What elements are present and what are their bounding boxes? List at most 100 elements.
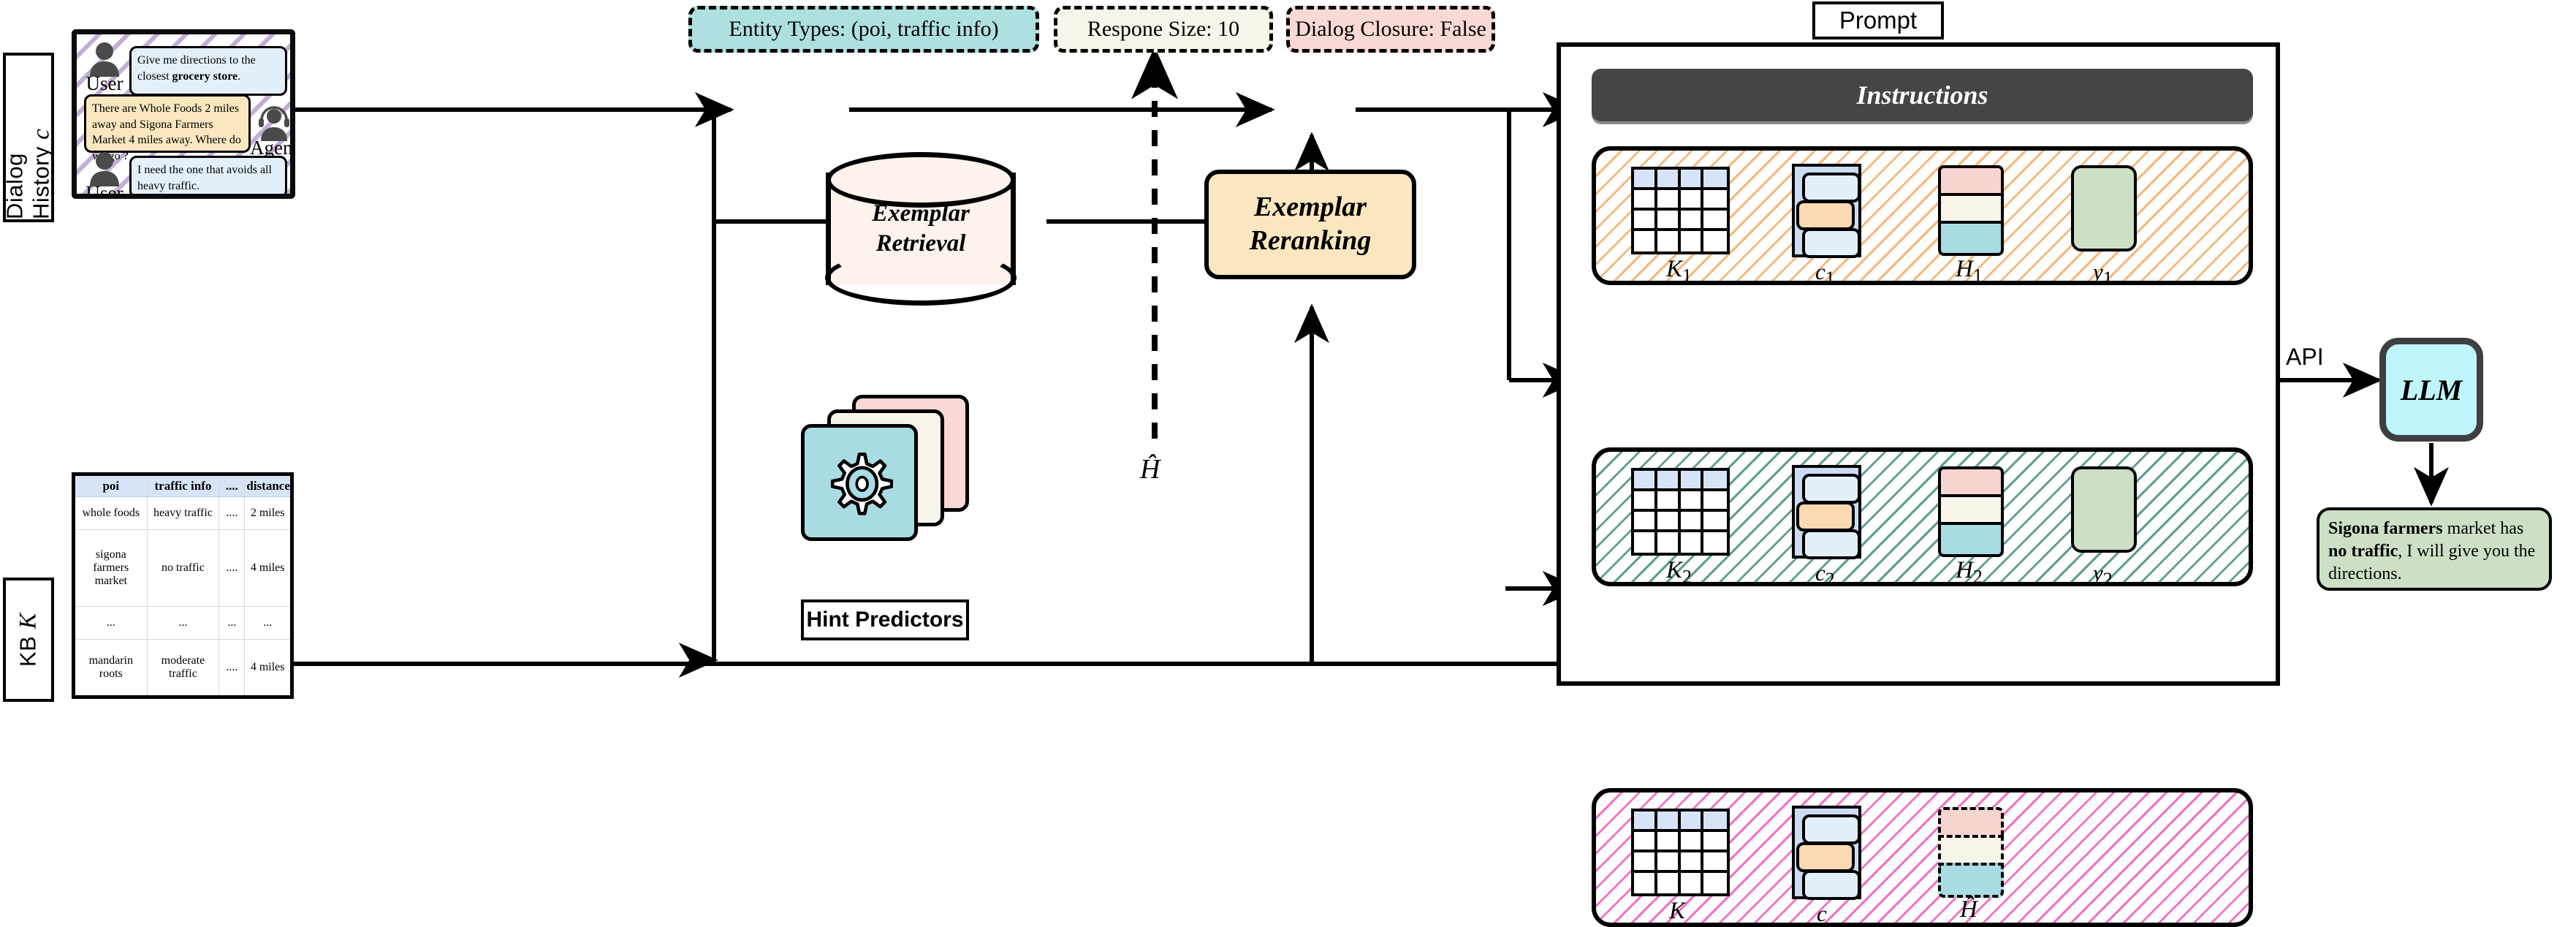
kb-table: poi traffic info .... distance whole foo… [72, 472, 294, 699]
cell-distance-3: ... [244, 606, 292, 640]
row3-hint-3 [1938, 863, 2004, 898]
avatar-user-2: User [86, 151, 124, 199]
row1-ctx-symbol-text: c [1815, 259, 1825, 284]
row2-hints-symbol-text: H [1956, 557, 1973, 583]
row2-ctx-symbol: c2 [1815, 560, 1835, 586]
cell-traffic-1: heavy traffic [147, 496, 220, 531]
row2-kb-grid [1631, 468, 1730, 556]
row1-kb-grid [1631, 167, 1730, 254]
row1-hints-sub: 1 [1972, 265, 1983, 285]
row2-hints-symbol: H2 [1956, 557, 1983, 586]
chat-bubble-3: I need the one that avoids all heavy tra… [129, 156, 287, 194]
cell-distance-1: 2 miles [244, 496, 292, 531]
cell-ellipsis-3: ... [219, 606, 246, 640]
llm-output-box: Sigona farmers market has no traffic, I … [2317, 507, 2552, 591]
row2-ctx-bubble-1 [1802, 474, 1861, 504]
prompt-title-text: Prompt [1839, 7, 1918, 34]
avatar-user-1: User [86, 42, 124, 94]
row3-kb-symbol: K [1669, 898, 1686, 924]
row2-response-block [2071, 466, 2137, 553]
avatar-agent: Agent [250, 106, 290, 158]
instructions-bar: Instructions [1592, 69, 2253, 121]
cell-poi-2: sigona farmers market [73, 529, 148, 608]
row1-kb-symbol: K1 [1666, 256, 1692, 285]
output-bold-1: Sigona farmers [2328, 519, 2443, 538]
kb-table-wrapper: poi traffic info .... distance whole foo… [72, 472, 294, 699]
hint-card-front [801, 424, 918, 541]
row2-context-block [1792, 465, 1861, 559]
agent-headset-avatar-icon [259, 106, 289, 141]
row2-resp-sub: 2 [2102, 569, 2113, 586]
row1-hints-symbol-text: H [1956, 256, 1973, 282]
badge-entity-types: Entity Types: (poi, traffic info) [688, 6, 1039, 53]
kb-symbol: K [15, 613, 42, 629]
cell-traffic-2: no traffic [147, 529, 220, 608]
speaker-name-user-2: User [86, 182, 124, 199]
table-row: whole foods heavy traffic .... 2 miles [73, 496, 292, 531]
hint-predictors-label-text: Hint Predictors [806, 608, 964, 632]
speaker-name-agent: Agent [250, 137, 295, 159]
table-row: mandarin roots moderate traffic .... 4 m… [73, 639, 292, 697]
cell-traffic-3: ... [147, 606, 220, 640]
table-row: sigona farmers market no traffic .... 4 … [73, 529, 292, 608]
row1-resp-symbol-text: y [2093, 259, 2103, 284]
row3-hints-symbol: Ĥ [1960, 896, 1977, 923]
api-label-text: API [2286, 344, 2324, 370]
row1-hints-block [1938, 165, 2004, 256]
row2-hints-sub: 2 [1972, 566, 1983, 586]
dialog-history-display: User Give me directions to the closest g… [72, 29, 295, 199]
speaker-name-user-1: User [86, 72, 124, 94]
prompt-exemplar-row-1: K1 c1 H1 y1 [1592, 146, 2253, 285]
dialog-history-label-text: Dialog History [1, 146, 54, 219]
row3-hints-symbol-text: Ĥ [1960, 896, 1977, 923]
exemplar-retrieval-line2: Retrieval [875, 230, 966, 257]
row2-ctx-symbol-text: c [1815, 560, 1825, 586]
row1-kb-symbol-text: K [1666, 256, 1683, 282]
hint-predictors-label: Hint Predictors [801, 599, 969, 640]
hint-predictors-stack [801, 395, 969, 541]
chat-bubble-1: Give me directions to the closest grocer… [129, 46, 287, 96]
bubble-1-bold: grocery store [172, 69, 238, 83]
kb-col-traffic: traffic info [147, 474, 220, 497]
user-avatar-icon [90, 42, 119, 77]
cell-distance-4: 4 miles [250, 661, 285, 674]
bubble-3-text: I need the one that avoids all heavy tra… [137, 164, 272, 192]
row3-ctx-symbol-text: c [1817, 901, 1827, 926]
row3-ctx-bubble-1 [1802, 814, 1861, 844]
chat-bubble-2: There are Whole Foods 2 miles away and S… [84, 94, 251, 162]
row3-ctx-bubble-3 [1802, 870, 1861, 900]
kb-table-header-row: poi traffic info .... distance [73, 474, 292, 497]
row1-resp-sub: 1 [2102, 268, 2113, 285]
prompt-title-badge: Prompt [1812, 1, 1944, 39]
row1-kb-sub: 1 [1682, 265, 1692, 285]
exemplar-retrieval-line1: Exemplar [872, 200, 970, 227]
llm-box: LLM [2379, 338, 2483, 442]
row1-ctx-symbol: c1 [1815, 259, 1835, 284]
row2-kb-sub: 2 [1682, 566, 1692, 586]
prompt-panel: Instructions K1 c1 H1 y1 K2 c2 H2 y2 K c… [1557, 42, 2280, 927]
kb-col-ellipsis: .... [219, 474, 246, 497]
cell-poi-4: mandarin roots [73, 639, 148, 697]
row3-ctx-bubble-2 [1796, 842, 1855, 872]
badge-dialog-closure-text: Dialog Closure: False [1295, 17, 1486, 41]
cell-poi-3: ... [73, 606, 148, 640]
row1-ctx-bubble-2 [1796, 200, 1855, 230]
row1-resp-symbol: y1 [2093, 259, 2113, 285]
row2-resp-symbol: y2 [2093, 560, 2113, 586]
api-label: API [2286, 344, 2324, 371]
cell-traffic-4: moderate traffic [147, 639, 220, 697]
row3-kb-symbol-text: K [1669, 898, 1686, 924]
cell-ellipsis-2: .... [219, 529, 246, 608]
llm-label: LLM [2400, 373, 2463, 406]
kb-col-distance: distance [244, 474, 292, 497]
prompt-exemplar-row-2: K2 c2 H2 y2 [1592, 447, 2253, 586]
prompt-query-row: K c Ĥ [1592, 788, 2253, 927]
cell-ellipsis-1: .... [219, 496, 246, 531]
cell-ellipsis-4: .... [219, 639, 246, 697]
output-bold-2: no traffic [2328, 542, 2398, 561]
bubble-1-tail: . [238, 69, 241, 83]
row2-kb-symbol: K2 [1666, 557, 1692, 586]
cell-poi-1: whole foods [73, 496, 148, 531]
row2-ctx-bubble-2 [1796, 502, 1855, 531]
row1-context-block [1792, 164, 1861, 258]
